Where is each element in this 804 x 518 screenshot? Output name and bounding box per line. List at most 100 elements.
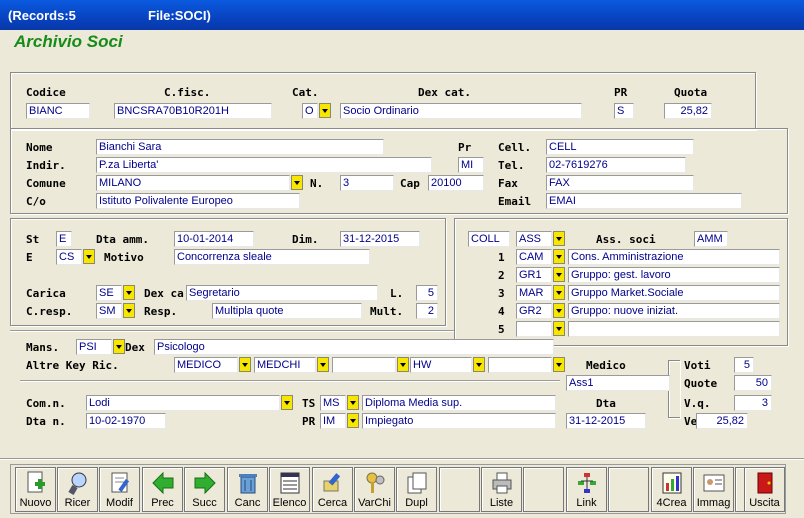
key2-dropdown[interactable] (317, 357, 329, 372)
cfisc-field[interactable]: BNCSRA70B10R201H (114, 103, 272, 119)
ass-dropdown[interactable] (553, 231, 565, 246)
dex-field[interactable]: Psicologo (154, 339, 554, 355)
cell-field[interactable]: CELL (546, 139, 694, 155)
nome-field[interactable]: Bianchi Sara (96, 139, 384, 155)
toolbar-canc-button[interactable]: Canc (227, 467, 268, 512)
assoc-code-dropdown[interactable] (553, 285, 565, 300)
key5-field[interactable] (488, 357, 552, 373)
toolbar-uscita-button[interactable]: Uscita (744, 467, 785, 512)
assoc-code-dropdown[interactable] (553, 267, 565, 282)
mans-field[interactable]: PSI (76, 339, 112, 355)
e-field[interactable]: CS (56, 249, 82, 265)
comune-dropdown[interactable] (291, 175, 303, 190)
dexca-field[interactable]: Segretario (186, 285, 378, 301)
app-title: Archivio Soci (14, 32, 123, 51)
assoc-desc-field[interactable] (568, 321, 780, 337)
ts-field[interactable]: MS (320, 395, 346, 411)
toolbar-elenco-button[interactable]: Elenco (269, 467, 310, 512)
toolbar-succ-button[interactable]: Succ (184, 467, 225, 512)
codice-field[interactable]: BIANC (26, 103, 90, 119)
dim-field[interactable]: 31-12-2015 (340, 231, 420, 247)
key3-field[interactable] (332, 357, 396, 373)
assoc-desc-field[interactable]: Gruppo: nuove iniziat. (568, 303, 780, 319)
mans-dropdown[interactable] (113, 339, 125, 354)
indir-field[interactable]: P.za Liberta' (96, 157, 432, 173)
cat-dropdown[interactable] (319, 103, 331, 118)
key4-dropdown[interactable] (473, 357, 485, 372)
vq-field[interactable]: 3 (734, 395, 772, 411)
assoc-code-dropdown[interactable] (553, 321, 565, 336)
assoc-desc-field[interactable]: Cons. Amministrazione (568, 249, 780, 265)
key2-field[interactable]: MEDCHI (254, 357, 316, 373)
mult-field[interactable]: 2 (416, 303, 438, 319)
key4-field[interactable]: HW (410, 357, 472, 373)
quota-field[interactable]: 25,82 (664, 103, 712, 119)
medico-field[interactable]: Ass1 (566, 375, 670, 391)
toolbar-modif-button[interactable]: Modif (99, 467, 140, 512)
pr-field[interactable]: S (614, 103, 634, 119)
key3-dropdown[interactable] (397, 357, 409, 372)
l-field[interactable]: 5 (416, 285, 438, 301)
cresp-field[interactable]: SM (96, 303, 122, 319)
toolbar-cerca-button[interactable]: Cerca (312, 467, 353, 512)
pr-dropdown[interactable] (347, 413, 359, 428)
st-field[interactable]: E (56, 231, 72, 247)
pr-desc-field[interactable]: Impiegato (362, 413, 556, 429)
toolbar-prec-button[interactable]: Prec (142, 467, 183, 512)
assoc-code-field[interactable]: GR2 (516, 303, 552, 319)
e-dropdown[interactable] (83, 249, 95, 264)
dexcat-field[interactable]: Socio Ordinario (340, 103, 582, 119)
pr-field[interactable]: IM (320, 413, 346, 429)
cresp-dropdown[interactable] (123, 303, 135, 318)
assoc-code-field[interactable]: GR1 (516, 267, 552, 283)
comn-dropdown[interactable] (281, 395, 293, 410)
carica-field[interactable]: SE (96, 285, 122, 301)
carica-dropdown[interactable] (123, 285, 135, 300)
quote-field[interactable]: 50 (734, 375, 772, 391)
comune-field[interactable]: MILANO (96, 175, 290, 191)
fax-field[interactable]: FAX (546, 175, 694, 191)
toolbar-link-button[interactable]: Link (566, 467, 607, 512)
assoc-desc-field[interactable]: Gruppo Market.Sociale (568, 285, 780, 301)
key1-dropdown[interactable] (239, 357, 251, 372)
voti-field[interactable]: 5 (734, 357, 754, 373)
toolbar-immag-button[interactable]: Immag (693, 467, 734, 512)
assoc-code-dropdown[interactable] (553, 249, 565, 264)
ts-desc-field[interactable]: Diploma Media sup. (362, 395, 556, 411)
cap-field[interactable]: 20100 (428, 175, 484, 191)
key5-dropdown[interactable] (553, 357, 565, 372)
dtan-field[interactable]: 10-02-1970 (86, 413, 166, 429)
co-field[interactable]: Istituto Polivalente Europeo (96, 193, 300, 209)
toolbar-button-label: Cerca (317, 497, 348, 509)
key1-field[interactable]: MEDICO (174, 357, 238, 373)
assoc-code-field[interactable] (516, 321, 552, 337)
assoc-code-dropdown[interactable] (553, 303, 565, 318)
coll-field[interactable]: COLL (468, 231, 510, 247)
resp-field[interactable]: Multipla quote (212, 303, 362, 319)
toolbar-dupl-button[interactable]: Dupl (396, 467, 437, 512)
toolbar-empty-button[interactable] (523, 467, 564, 512)
amm-field[interactable]: AMM (694, 231, 728, 247)
dta-amm-field[interactable]: 10-01-2014 (174, 231, 254, 247)
dta-field[interactable]: 31-12-2015 (566, 413, 646, 429)
motivo-field[interactable]: Concorrenza sleale (174, 249, 370, 265)
comn-field[interactable]: Lodi (86, 395, 280, 411)
ve-field[interactable]: 25,82 (696, 413, 748, 429)
ass-field[interactable]: ASS (516, 231, 552, 247)
assoc-code-field[interactable]: MAR (516, 285, 552, 301)
toolbar-nuovo-button[interactable]: Nuovo (15, 467, 56, 512)
toolbar-empty-button[interactable] (439, 467, 480, 512)
toolbar-empty-button[interactable] (608, 467, 649, 512)
assoc-code-field[interactable]: CAM (516, 249, 552, 265)
email-field[interactable]: EMAI (546, 193, 742, 209)
tel-field[interactable]: 02-7619276 (546, 157, 686, 173)
toolbar-liste-button[interactable]: Liste (481, 467, 522, 512)
toolbar-varchi-button[interactable]: VarChi (354, 467, 395, 512)
assoc-desc-field[interactable]: Gruppo: gest. lavoro (568, 267, 780, 283)
toolbar-4crea-button[interactable]: 4Crea (651, 467, 692, 512)
pr-field[interactable]: MI (458, 157, 484, 173)
ts-dropdown[interactable] (347, 395, 359, 410)
n-field[interactable]: 3 (340, 175, 394, 191)
toolbar-ricer-button[interactable]: Ricer (57, 467, 98, 512)
cat-field[interactable]: O (302, 103, 318, 119)
